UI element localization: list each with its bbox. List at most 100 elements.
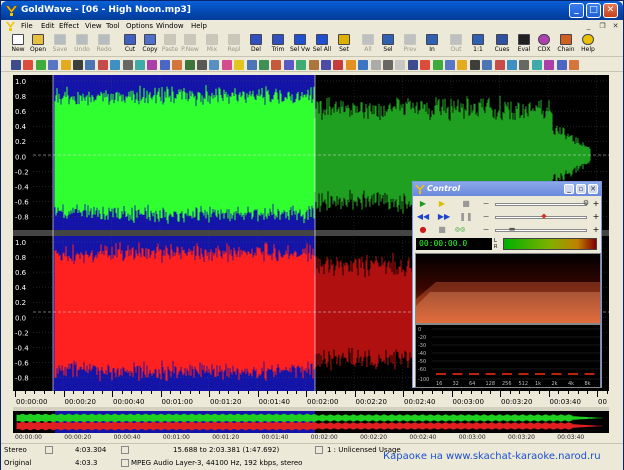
menu-view[interactable]: View <box>85 22 102 30</box>
speed-knob-icon[interactable]: ▬ <box>505 224 519 235</box>
effect-tool-icon[interactable] <box>234 60 245 70</box>
balance-knob-icon[interactable]: ◆ <box>537 211 551 222</box>
spectrogram-display[interactable] <box>415 253 601 324</box>
effect-tool-icon[interactable] <box>469 60 480 70</box>
cut-button[interactable]: Cut <box>119 34 141 56</box>
speed-plus-button[interactable]: + <box>589 224 603 235</box>
effect-tool-icon[interactable] <box>531 60 542 70</box>
effect-tool-icon[interactable] <box>221 60 232 70</box>
effect-tool-icon[interactable] <box>296 60 307 70</box>
effect-tool-icon[interactable] <box>370 60 381 70</box>
effect-tool-icon[interactable] <box>507 60 517 70</box>
effect-tool-icon[interactable] <box>556 60 567 70</box>
doc-close-button[interactable]: ✕ <box>610 21 621 32</box>
effect-tool-icon[interactable] <box>259 60 269 70</box>
balance-minus-button[interactable]: − <box>479 211 493 222</box>
copy-button[interactable]: Copy <box>139 34 161 56</box>
overview-canvas[interactable] <box>13 411 609 433</box>
control-minimize-button[interactable]: _ <box>564 184 574 194</box>
effect-tool-icon[interactable] <box>23 60 34 70</box>
doc-restore-button[interactable]: ❐ <box>597 21 608 32</box>
record-stop-button[interactable]: ■ <box>435 224 449 235</box>
effect-tool-icon[interactable] <box>197 60 207 70</box>
effect-tool-icon[interactable] <box>97 60 108 70</box>
del-button[interactable]: Del <box>245 34 267 56</box>
play-button[interactable]: ▶ <box>416 198 430 209</box>
effect-tool-icon[interactable] <box>383 60 393 70</box>
effect-tool-icon[interactable] <box>48 60 59 70</box>
effect-tool-icon[interactable] <box>569 60 579 70</box>
effect-tool-icon[interactable] <box>345 60 356 70</box>
rewind-button[interactable]: ◀◀ <box>416 211 430 222</box>
effect-tool-icon[interactable] <box>246 60 257 70</box>
effect-tool-icon[interactable] <box>110 60 121 70</box>
effect-tool-icon[interactable] <box>407 60 418 70</box>
out-button[interactable]: Out <box>445 34 467 56</box>
menu-file[interactable]: File <box>21 22 33 30</box>
timeline-ruler[interactable]: 00:00:00 00:00:20 00:00:40 00:01:00 00:01:20… <box>13 391 609 411</box>
speed-minus-button[interactable]: − <box>479 224 493 235</box>
document-icon[interactable] <box>5 21 16 32</box>
effect-tool-icon[interactable] <box>457 60 468 70</box>
effect-tool-icon[interactable] <box>358 60 369 70</box>
effect-tool-icon[interactable] <box>333 60 344 70</box>
effect-tool-icon[interactable] <box>494 60 505 70</box>
volume-slider[interactable] <box>495 203 587 206</box>
effect-tool-icon[interactable] <box>73 60 83 70</box>
redo-button[interactable]: Redo <box>93 34 115 56</box>
p-new-button[interactable]: P.New <box>179 34 201 56</box>
trim-button[interactable]: Trim <box>267 34 289 56</box>
menu-effect[interactable]: Effect <box>59 22 79 30</box>
minimize-button[interactable]: _ <box>569 3 584 18</box>
menu-tool[interactable]: Tool <box>106 22 120 30</box>
cues-button[interactable]: Cues <box>491 34 513 56</box>
sel-all-button[interactable]: Sel All <box>311 34 333 56</box>
cdx-button[interactable]: CDX <box>533 34 555 56</box>
close-button[interactable]: ✕ <box>603 3 618 18</box>
open-button[interactable]: Open <box>27 34 49 56</box>
effect-tool-icon[interactable] <box>432 60 443 70</box>
effect-tool-icon[interactable] <box>445 60 455 70</box>
eval-button[interactable]: Eval <box>513 34 535 56</box>
all-button[interactable]: All <box>357 34 379 56</box>
effect-tool-icon[interactable] <box>172 60 183 70</box>
effect-tool-icon[interactable] <box>283 60 294 70</box>
help-button[interactable]: Help <box>577 34 599 56</box>
effect-tool-icon[interactable] <box>159 60 170 70</box>
spectrum-analyzer[interactable]: 0 -20 -30 -40 -50 -60 -100 16 32 64 128 256 512 1k 2k 4… <box>415 324 601 388</box>
effect-tool-icon[interactable] <box>544 60 555 70</box>
save-button[interactable]: Save <box>49 34 71 56</box>
menu-options[interactable]: Options <box>126 22 153 30</box>
prev-button[interactable]: Prev <box>399 34 421 56</box>
vertical-scrollbar[interactable] <box>609 75 621 391</box>
control-close-button[interactable]: ✕ <box>588 184 598 194</box>
effect-tool-icon[interactable] <box>308 60 319 70</box>
overview-waveform[interactable] <box>13 411 609 433</box>
repl-button[interactable]: Repl <box>223 34 245 56</box>
control-restore-button[interactable]: ▫ <box>576 184 586 194</box>
effect-tool-icon[interactable] <box>35 60 46 70</box>
effect-tool-icon[interactable] <box>135 60 145 70</box>
maximize-button[interactable]: □ <box>586 3 601 18</box>
undo-button[interactable]: Undo <box>71 34 93 56</box>
effect-tool-icon[interactable] <box>85 60 96 70</box>
volume-plus-button[interactable]: + <box>589 198 603 209</box>
effect-tool-icon[interactable] <box>122 60 133 70</box>
stop-button[interactable]: ■ <box>459 198 473 209</box>
sel-button[interactable]: Sel <box>377 34 399 56</box>
effect-tool-icon[interactable] <box>147 60 158 70</box>
record-button[interactable]: ● <box>416 224 430 235</box>
in-button[interactable]: In <box>421 34 443 56</box>
control-title-bar[interactable]: Control _ ▫ ✕ <box>413 182 601 196</box>
effect-tool-icon[interactable] <box>321 60 331 70</box>
effect-tool-icon[interactable] <box>395 60 406 70</box>
menu-help[interactable]: Help <box>191 22 207 30</box>
channel-icon[interactable] <box>45 446 53 454</box>
monitor-button[interactable]: ◎◎ <box>453 224 467 235</box>
effect-tool-icon[interactable] <box>420 60 431 70</box>
new-button[interactable]: New <box>7 34 29 56</box>
mix-button[interactable]: Mix <box>201 34 223 56</box>
title-bar[interactable]: GoldWave - [06 - High Noon.mp3] _ □ ✕ <box>1 1 623 20</box>
effect-tool-icon[interactable] <box>519 60 530 70</box>
doc-minimize-button[interactable]: _ <box>583 21 594 32</box>
